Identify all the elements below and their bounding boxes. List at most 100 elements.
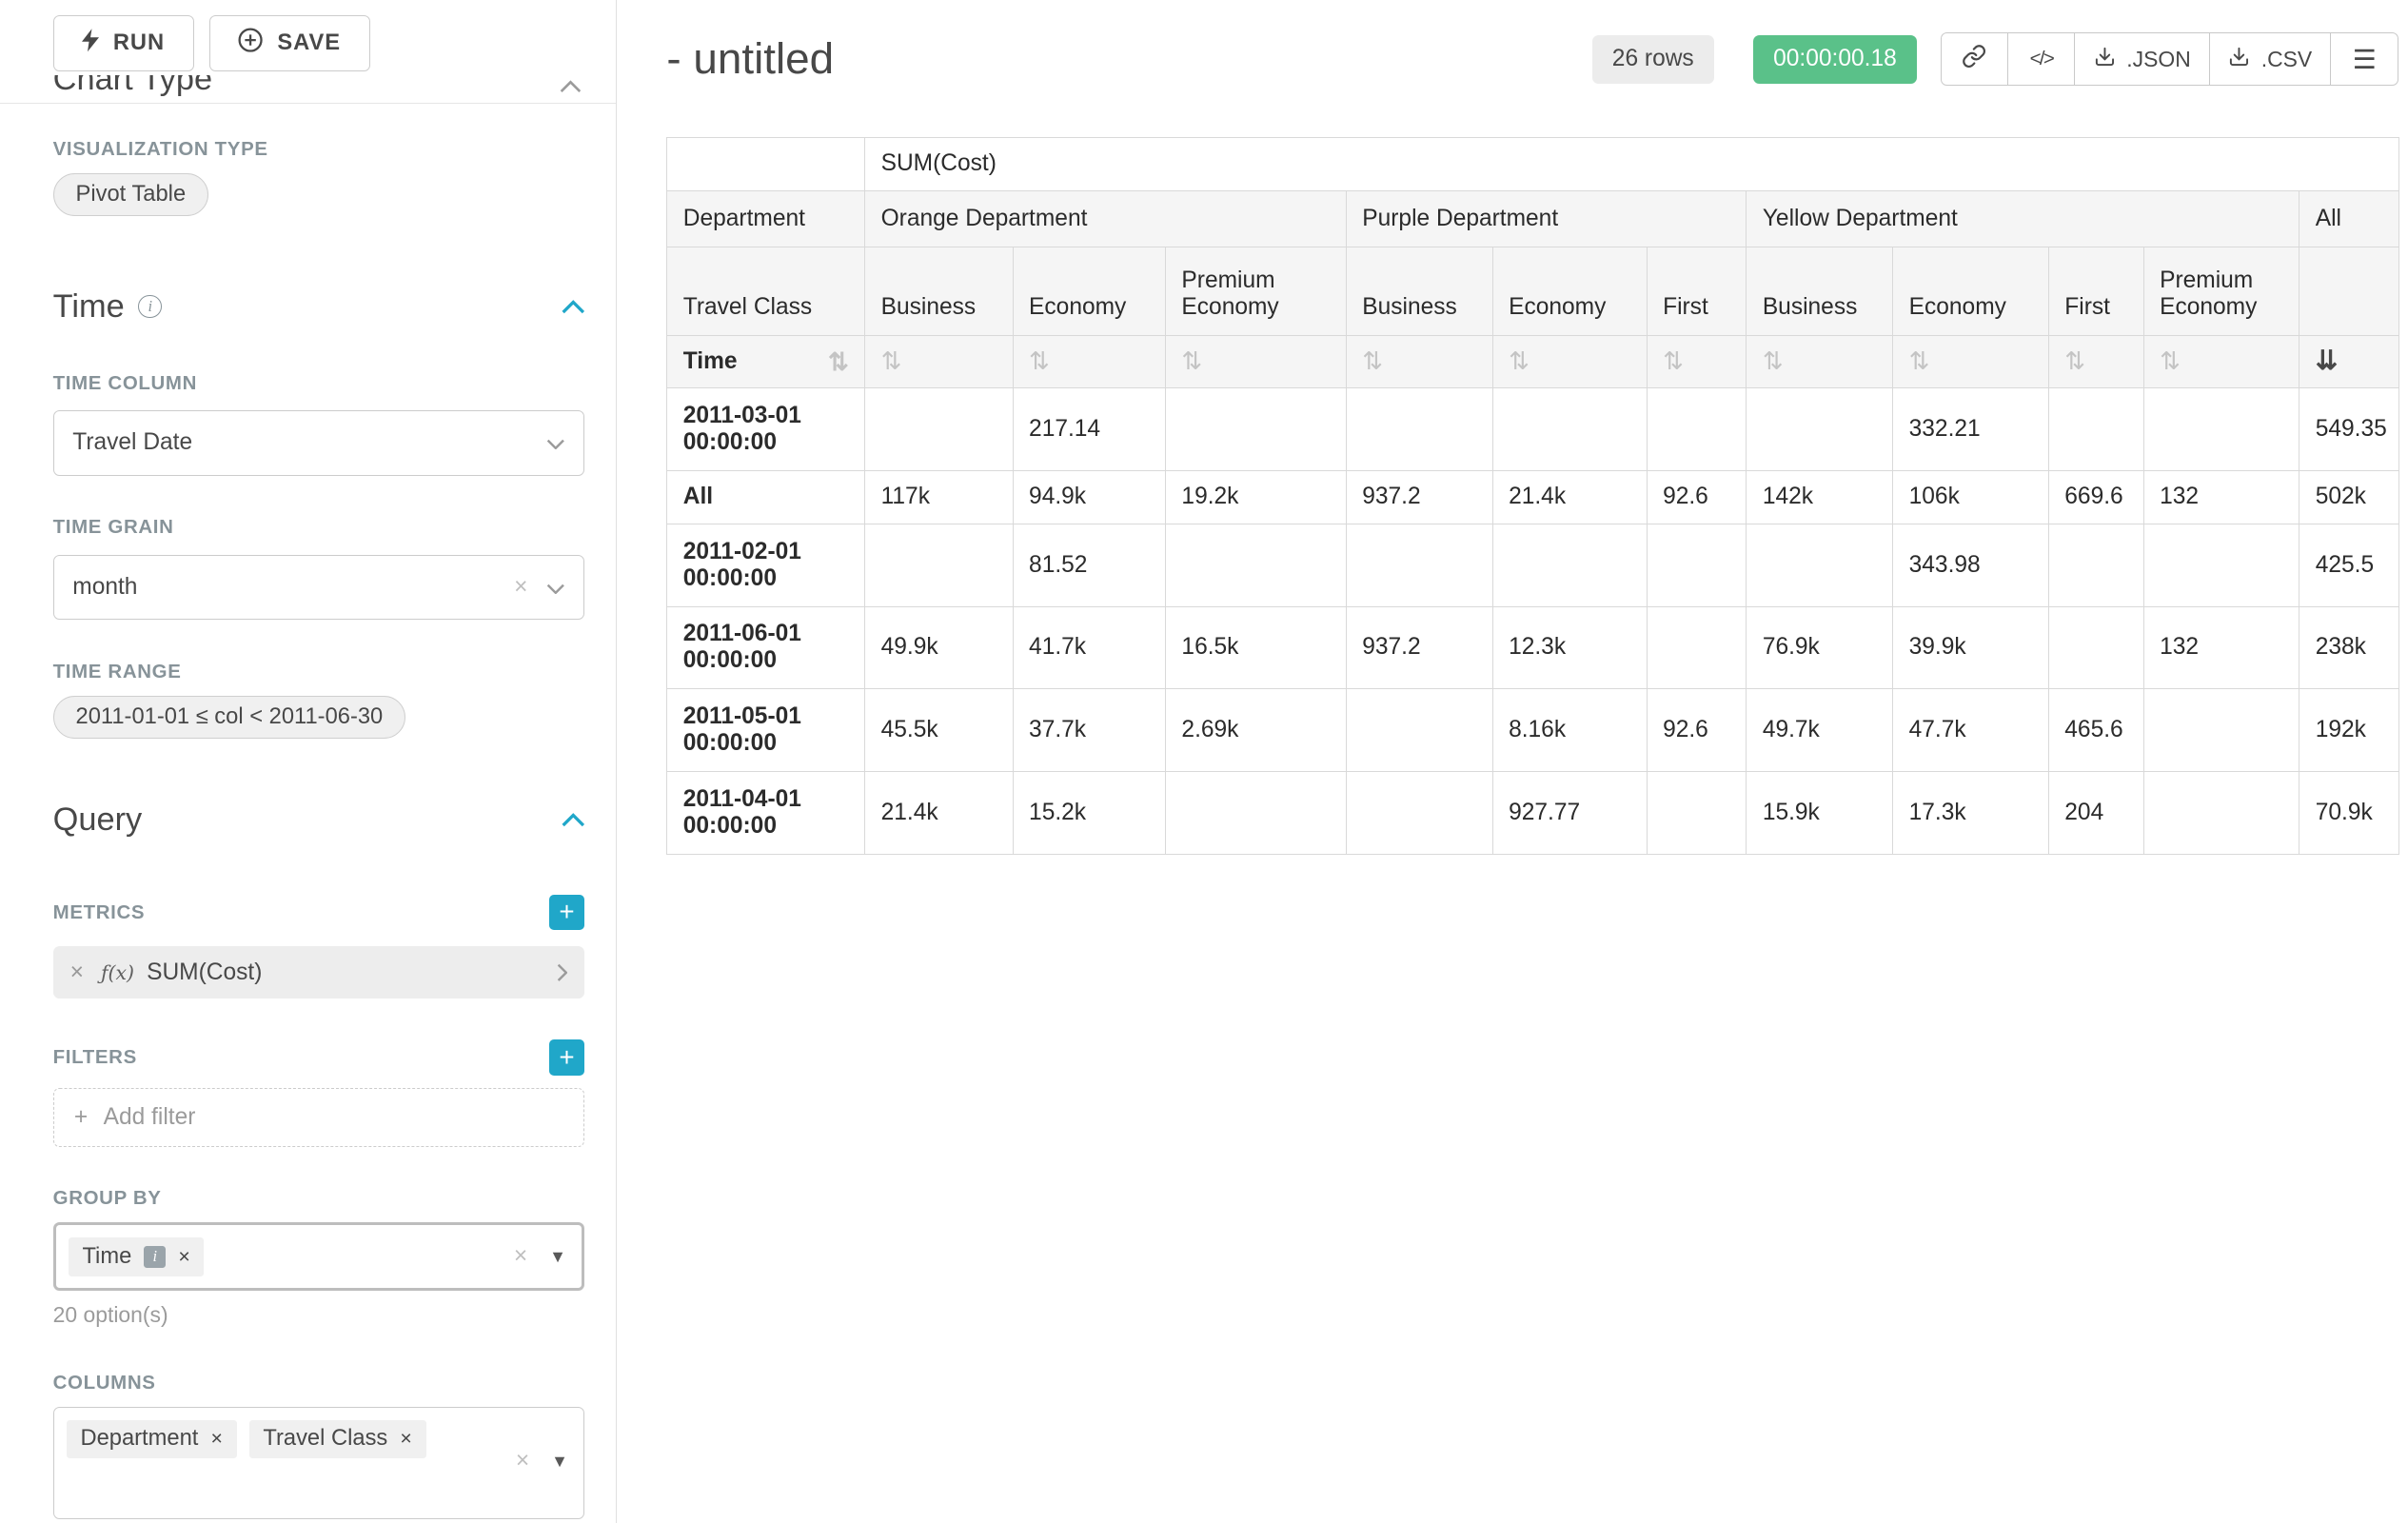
chevron-down-icon (546, 429, 565, 456)
collapse-chevron-icon[interactable] (562, 300, 585, 314)
pivot-row-label: 2011-05-01 00:00:00 (667, 689, 865, 772)
export-json-button[interactable]: .JSON (2074, 32, 2210, 86)
time-section-header: Time i (53, 288, 585, 326)
tag-label: Time (82, 1244, 131, 1270)
group-by-options-hint: 20 option(s) (53, 1302, 585, 1328)
pivot-corner-cell (667, 137, 865, 190)
pivot-row-label: 2011-04-01 00:00:00 (667, 772, 865, 855)
pivot-cell: 16.5k (1166, 606, 1347, 689)
tag-label: Travel Class (263, 1426, 387, 1452)
pivot-cell (1647, 606, 1747, 689)
pivot-cell: 45.5k (865, 689, 1013, 772)
sort-icon[interactable]: ⇅ (2064, 346, 2085, 375)
clear-icon[interactable]: × (514, 1243, 527, 1270)
pivot-sort-cell: ⇊ (2299, 335, 2399, 388)
sort-icon[interactable]: ⇅ (828, 349, 849, 374)
pivot-table: SUM(Cost)DepartmentOrange DepartmentPurp… (666, 137, 2399, 855)
pivot-group-header: Purple Department (1346, 190, 1747, 247)
pivot-cell: 37.7k (1013, 689, 1165, 772)
columns-tag[interactable]: Travel Class × (249, 1420, 426, 1458)
control-panel: RUN SAVE Chart Type VISUALIZATION TYPE P… (0, 0, 617, 1523)
pivot-cell (2143, 524, 2299, 606)
sort-icon[interactable]: ⇅ (1909, 346, 1930, 375)
pivot-row: 2011-04-01 00:00:0021.4k15.2k927.7715.9k… (667, 772, 2399, 855)
pivot-cell: 465.6 (2048, 689, 2143, 772)
pivot-cell: 549.35 (2299, 388, 2399, 471)
remove-tag-icon[interactable]: × (400, 1427, 411, 1451)
time-grain-value: month (72, 574, 137, 601)
add-filter-dropzone[interactable]: + Add filter (53, 1088, 585, 1147)
plus-icon: + (74, 1104, 88, 1131)
columns-select[interactable]: Department×Travel Class× × ▼ (53, 1407, 585, 1519)
pivot-cell: 92.6 (1647, 471, 1747, 524)
collapse-chevron-icon[interactable] (562, 813, 585, 827)
pivot-cell: 19.2k (1166, 471, 1347, 524)
time-column-value: Travel Date (72, 429, 192, 456)
add-filter-button[interactable]: + (549, 1039, 585, 1076)
time-column-select[interactable]: Travel Date (53, 410, 585, 476)
info-icon[interactable]: i (138, 295, 162, 319)
pivot-class-header: Premium Economy (2143, 247, 2299, 335)
view-query-button[interactable]: </> (2007, 32, 2076, 86)
filters-label: FILTERS + (53, 1039, 585, 1076)
pivot-row-label: 2011-06-01 00:00:00 (667, 606, 865, 689)
page-title: - untitled (666, 34, 834, 84)
pivot-cell (2143, 689, 2299, 772)
clear-icon[interactable]: × (516, 1448, 529, 1474)
pivot-cell (865, 388, 1013, 471)
pivot-group-header: Orange Department (865, 190, 1347, 247)
chart-type-section-header: Chart Type (53, 75, 585, 103)
remove-tag-icon[interactable]: × (210, 1427, 222, 1451)
sort-icon[interactable]: ⇅ (1029, 346, 1050, 375)
sort-descending-icon[interactable]: ⇊ (2316, 346, 2338, 375)
pivot-cell: 132 (2143, 606, 2299, 689)
run-save-bar: RUN SAVE (53, 15, 585, 71)
remove-tag-icon[interactable]: × (178, 1245, 189, 1269)
remove-metric-icon[interactable]: × (70, 959, 84, 986)
metric-item[interactable]: × ƒ(x) SUM(Cost) (53, 946, 585, 999)
viz-type-pill[interactable]: Pivot Table (53, 173, 208, 216)
pivot-row-label: All (667, 471, 865, 524)
pivot-cell: 49.7k (1747, 689, 1893, 772)
pivot-cell (1647, 388, 1747, 471)
info-icon[interactable]: i (144, 1246, 166, 1268)
time-grain-select[interactable]: month × (53, 555, 585, 621)
save-button[interactable]: SAVE (209, 15, 370, 71)
export-csv-label: .CSV (2261, 47, 2312, 72)
export-button-group: </> .JSON .CSV ☰ (1941, 32, 2399, 86)
sort-icon[interactable]: ⇅ (1763, 346, 1784, 375)
time-range-pill[interactable]: 2011-01-01 ≤ col < 2011-06-30 (53, 696, 406, 739)
pivot-cell (2048, 606, 2143, 689)
pivot-cell (1166, 524, 1347, 606)
pivot-sort-cell: ⇅ (1013, 335, 1165, 388)
sort-icon[interactable]: ⇅ (1663, 346, 1684, 375)
query-section-header: Query (53, 801, 585, 839)
columns-tag[interactable]: Department× (67, 1420, 237, 1458)
pivot-cell: 17.3k (1893, 772, 2049, 855)
sort-icon[interactable]: ⇅ (1509, 346, 1530, 375)
pivot-cell: 21.4k (865, 772, 1013, 855)
sort-icon[interactable]: ⇅ (2160, 346, 2181, 375)
pivot-cell (2143, 772, 2299, 855)
chevron-right-icon[interactable] (557, 963, 567, 982)
chevron-up-icon[interactable] (560, 75, 582, 100)
export-csv-button[interactable]: .CSV (2209, 32, 2332, 86)
more-options-button[interactable]: ☰ (2330, 32, 2398, 86)
clear-icon[interactable]: × (514, 574, 527, 601)
short-link-button[interactable] (1941, 32, 2009, 86)
sort-icon[interactable]: ⇅ (1181, 346, 1202, 375)
group-by-tag[interactable]: Timei × (69, 1237, 205, 1276)
pivot-row: 2011-02-01 00:00:0081.52343.98425.5 (667, 524, 2399, 606)
pivot-cell: 70.9k (2299, 772, 2399, 855)
run-button[interactable]: RUN (53, 15, 194, 71)
add-metric-button[interactable]: + (549, 895, 585, 931)
query-section-title: Query (53, 801, 143, 839)
caret-down-icon: ▼ (549, 1247, 566, 1267)
group-by-select[interactable]: Timei × × ▼ (53, 1222, 585, 1291)
metric-name: SUM(Cost) (147, 959, 262, 986)
sort-icon[interactable]: ⇅ (881, 346, 902, 375)
pivot-cell (2048, 524, 2143, 606)
section-divider (0, 103, 616, 104)
pivot-cell: 927.77 (1492, 772, 1647, 855)
sort-icon[interactable]: ⇅ (1362, 346, 1383, 375)
